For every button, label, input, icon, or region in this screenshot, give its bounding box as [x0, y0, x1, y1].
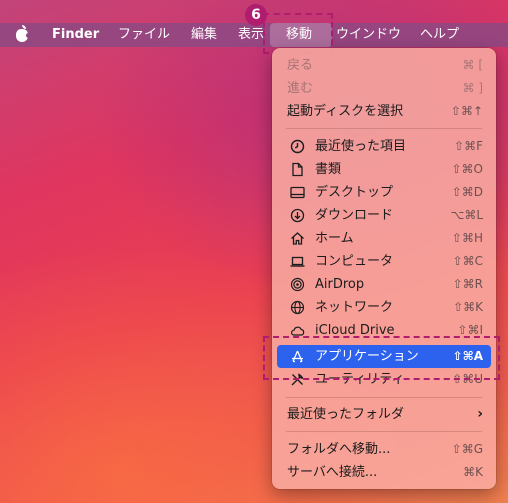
menu-item-computer[interactable]: コンピュータ ⇧⌘C: [277, 250, 491, 273]
menu-item-shortcut: ⇧⌘D: [451, 185, 483, 199]
menu-item-network[interactable]: ネットワーク ⇧⌘K: [277, 296, 491, 319]
menu-bar: Finder ファイル 編集 表示 移動 ウインドウ ヘルプ: [0, 23, 508, 47]
airdrop-icon: [289, 277, 305, 292]
menu-item-label: ネットワーク: [315, 300, 394, 315]
menu-item-shortcut: ⌘K: [463, 465, 483, 479]
menu-item-shortcut: ⌥⌘L: [450, 208, 483, 222]
menu-item-label: 進む: [287, 81, 314, 96]
menubar-help[interactable]: ヘルプ: [420, 23, 459, 47]
menu-item-shortcut: ⇧⌘R: [452, 277, 483, 291]
apple-logo-icon[interactable]: [16, 25, 31, 42]
menu-item-downloads[interactable]: ダウンロード ⌥⌘L: [277, 204, 491, 227]
menu-item-recent-folders[interactable]: 最近使ったフォルダ ›: [277, 403, 491, 426]
callout-outline-applications: [263, 336, 500, 380]
menubar-window[interactable]: ウインドウ: [336, 23, 401, 47]
menu-item-label: ホーム: [315, 231, 354, 246]
menu-item-recents[interactable]: 最近使った項目 ⇧⌘F: [277, 135, 491, 158]
home-icon: [289, 231, 305, 246]
menubar-view[interactable]: 表示: [238, 23, 264, 47]
chevron-right-icon: ›: [477, 406, 483, 422]
menu-item-shortcut: ⇧⌘G: [451, 442, 483, 456]
menu-item-forward[interactable]: 進む ⌘ ]: [277, 77, 491, 100]
menu-item-back[interactable]: 戻る ⌘ [: [277, 54, 491, 77]
menu-item-label: 最近使った項目: [315, 139, 407, 154]
menu-item-label: フォルダへ移動...: [287, 442, 391, 457]
menu-item-shortcut: ⇧⌘K: [453, 300, 483, 314]
menu-item-label: デスクトップ: [315, 185, 394, 200]
menu-item-connect-to-server[interactable]: サーバへ接続... ⌘K: [277, 461, 491, 484]
menu-item-shortcut: ⌘ [: [462, 58, 484, 72]
menu-item-shortcut: ⇧⌘↑: [450, 104, 483, 118]
menu-item-shortcut: ⇧⌘F: [454, 139, 483, 153]
menu-item-desktop[interactable]: デスクトップ ⇧⌘D: [277, 181, 491, 204]
menu-item-label: 書類: [315, 162, 342, 177]
menu-item-label: 戻る: [287, 58, 314, 73]
menu-item-documents[interactable]: 書類 ⇧⌘O: [277, 158, 491, 181]
go-menu-dropdown: 戻る ⌘ [ 進む ⌘ ] 起動ディスクを選択 ⇧⌘↑ 最近使った項目 ⇧⌘F …: [272, 48, 496, 489]
menu-item-select-startup-disk[interactable]: 起動ディスクを選択 ⇧⌘↑: [277, 100, 491, 123]
menu-item-label: サーバへ接続...: [287, 465, 378, 480]
menu-item-label: ダウンロード: [315, 208, 394, 223]
download-icon: [289, 208, 305, 223]
menu-item-label: コンピュータ: [315, 254, 394, 269]
menu-item-label: AirDrop: [315, 277, 365, 292]
menu-item-label: 最近使ったフォルダ: [287, 407, 405, 422]
menu-item-shortcut: ⌘ ]: [462, 81, 484, 95]
menubar-edit[interactable]: 編集: [191, 23, 217, 47]
menubar-app-finder[interactable]: Finder: [52, 23, 99, 47]
globe-icon: [289, 300, 305, 315]
menu-item-shortcut: ⇧⌘C: [452, 254, 483, 268]
menu-item-shortcut: ⇧⌘O: [451, 162, 484, 176]
menu-separator: [286, 128, 482, 129]
menu-separator: [286, 431, 482, 432]
document-icon: [289, 162, 305, 177]
desktop-icon: [289, 185, 305, 200]
menu-item-label: 起動ディスクを選択: [287, 104, 404, 119]
menu-item-airdrop[interactable]: AirDrop ⇧⌘R: [277, 273, 491, 296]
menubar-file[interactable]: ファイル: [118, 23, 170, 47]
menu-item-home[interactable]: ホーム ⇧⌘H: [277, 227, 491, 250]
menu-separator: [286, 397, 482, 398]
menu-item-go-to-folder[interactable]: フォルダへ移動... ⇧⌘G: [277, 438, 491, 461]
menu-item-shortcut: ⇧⌘H: [451, 231, 483, 245]
laptop-icon: [289, 254, 305, 269]
clock-icon: [289, 139, 305, 154]
